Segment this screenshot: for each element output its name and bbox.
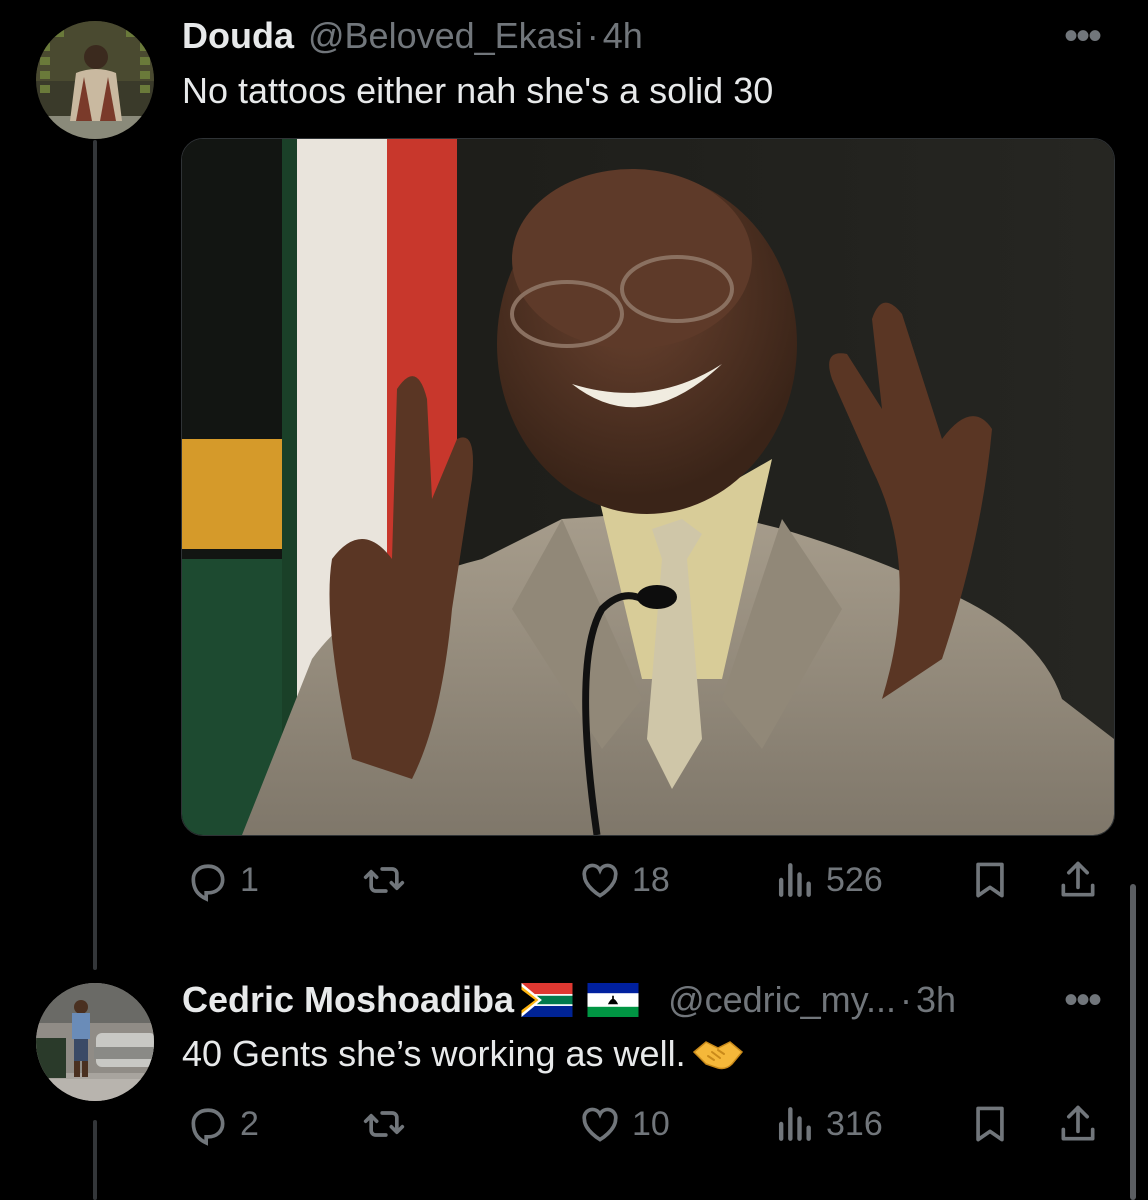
reply-button[interactable]: 2 [186,1102,259,1146]
retweet-button[interactable] [362,1102,406,1146]
display-name[interactable]: Douda [182,15,294,57]
tweet-actions: 2 10 316 [0,1096,1148,1156]
scrollbar[interactable] [1130,884,1136,1200]
reply-icon [191,1108,225,1146]
display-name[interactable]: Cedric Moshoadiba [182,979,514,1021]
bookmark-button[interactable] [968,1102,1012,1146]
like-button[interactable]: 18 [578,858,670,902]
more-icon[interactable]: ••• [1064,980,1102,1020]
separator: · [586,15,599,56]
reply-count: 2 [240,1104,259,1143]
lesotho-flag [586,983,640,1017]
like-count: 18 [632,860,670,899]
like-count: 10 [632,1104,670,1143]
user-handle[interactable]: @Beloved_Ekasi [308,15,583,57]
views-icon [778,1107,811,1141]
timestamp[interactable]: 3h [916,979,956,1021]
views-icon [778,863,811,897]
like-icon [582,863,618,898]
separator: · [899,979,912,1020]
user-handle[interactable]: @cedric_my... [668,979,896,1021]
views-button[interactable]: 526 [772,858,883,902]
timestamp[interactable]: 4h [603,15,643,57]
reply-icon [191,864,225,902]
more-icon[interactable]: ••• [1064,16,1102,56]
reply-count: 1 [240,860,259,899]
share-button[interactable] [1056,858,1100,902]
avatar[interactable] [36,21,154,139]
tweet-header: Douda @Beloved_Ekasi · 4h [182,14,643,58]
bookmark-icon [976,1106,1004,1142]
tweet-actions: 1 18 526 [0,852,1148,912]
retweet-icon [363,1111,405,1137]
tweet-text: No tattoos either nah she's a solid 30 [182,70,774,111]
reply-button[interactable]: 1 [186,858,259,902]
views-button[interactable]: 316 [772,1102,883,1146]
avatar[interactable] [36,983,154,1101]
share-button[interactable] [1056,1102,1100,1146]
thread-line-top [93,140,97,970]
bookmark-button[interactable] [968,858,1012,902]
handshake-emoji [692,1034,744,1074]
share-icon [1061,1105,1095,1141]
tweet-text-content: 40 Gents she’s working as well. [182,1033,686,1074]
bookmark-icon [976,862,1004,898]
retweet-icon [363,867,405,893]
south-africa-flag [520,983,574,1017]
view-count: 526 [826,860,883,899]
like-icon [582,1107,618,1142]
share-icon [1061,861,1095,897]
tweet-text: 40 Gents she’s working as well. [182,1030,744,1078]
tweet-header: Cedric Moshoadiba @cedric_my... · 3h [182,978,956,1022]
retweet-button[interactable] [362,858,406,902]
like-button[interactable]: 10 [578,1102,670,1146]
view-count: 316 [826,1104,883,1143]
tweet-image[interactable] [181,138,1115,836]
